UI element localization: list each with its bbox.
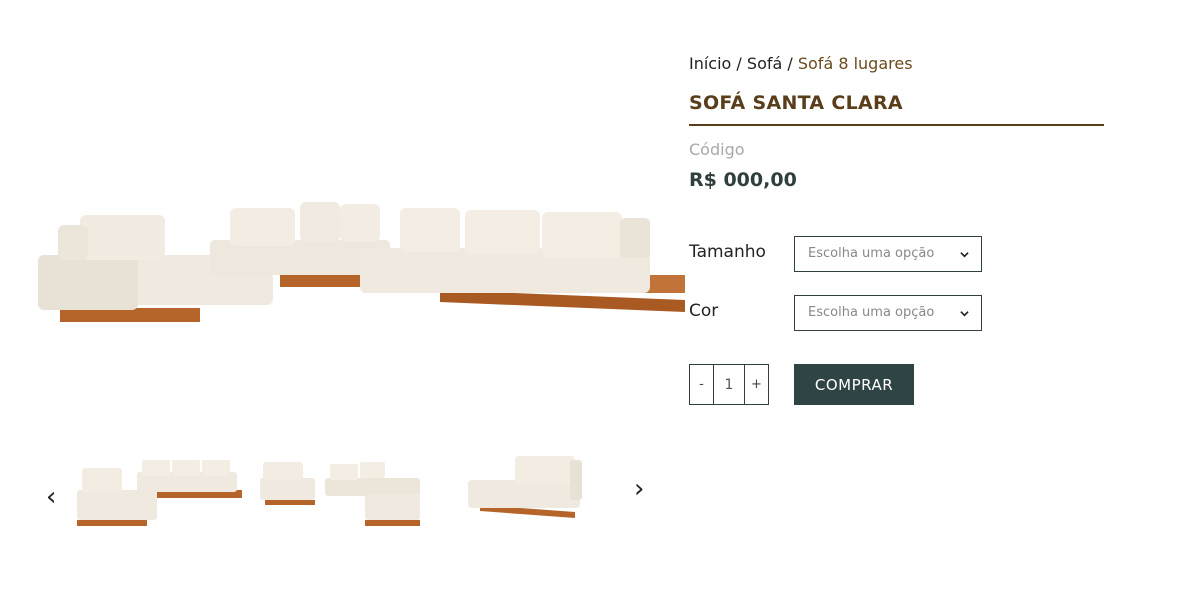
chevron-right-icon[interactable]: › <box>634 476 644 502</box>
product-title: SOFÁ SANTA CLARA <box>689 92 1104 126</box>
thumbnail-2[interactable] <box>255 450 425 530</box>
breadcrumb-category[interactable]: Sofá <box>747 54 782 73</box>
quantity-input[interactable]: 1 <box>713 365 745 404</box>
breadcrumb-current: Sofá 8 lugares <box>797 54 913 73</box>
chevron-down-icon <box>960 311 969 317</box>
product-code: Código <box>689 140 745 159</box>
product-info: Início / Sofá / Sofá 8 lugares SOFÁ SANT… <box>689 52 1109 405</box>
color-select-placeholder: Escolha uma opção <box>808 305 935 320</box>
color-option-row: Cor Escolha uma opção <box>689 295 1109 331</box>
quantity-decrease-button[interactable]: - <box>690 365 713 404</box>
thumbnail-1[interactable] <box>72 450 242 530</box>
size-label: Tamanho <box>689 242 766 262</box>
breadcrumb-separator: / <box>782 54 798 73</box>
thumbnail-carousel: ‹ › <box>40 440 660 540</box>
color-select[interactable]: Escolha uma opção <box>794 295 982 331</box>
color-label: Cor <box>689 301 719 321</box>
size-select[interactable]: Escolha uma opção <box>794 236 982 272</box>
thumbnail-3[interactable] <box>460 450 630 530</box>
breadcrumb-separator: / <box>731 54 747 73</box>
breadcrumb: Início / Sofá / Sofá 8 lugares <box>689 52 1109 76</box>
size-option-row: Tamanho Escolha uma opção <box>689 236 1109 272</box>
buy-button[interactable]: COMPRAR <box>794 364 914 405</box>
product-price: R$ 000,00 <box>689 169 797 191</box>
product-main-image <box>30 140 690 350</box>
breadcrumb-home[interactable]: Início <box>689 54 731 73</box>
chevron-down-icon <box>960 252 969 258</box>
chevron-left-icon[interactable]: ‹ <box>46 484 56 510</box>
size-select-placeholder: Escolha uma opção <box>808 246 935 261</box>
quantity-stepper: - 1 + <box>689 364 769 405</box>
quantity-increase-button[interactable]: + <box>745 365 768 404</box>
